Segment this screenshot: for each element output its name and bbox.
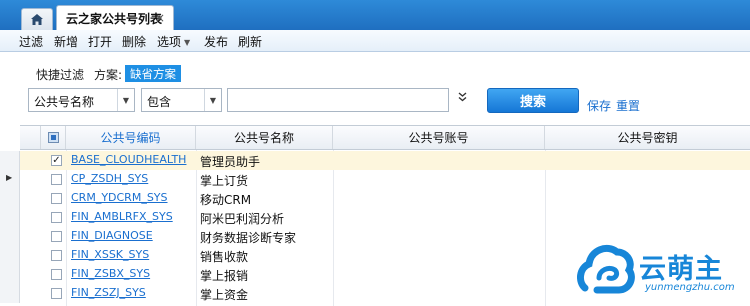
column-header-key[interactable]: 公共号密钥 xyxy=(545,126,750,149)
row-checkbox[interactable] xyxy=(51,174,62,185)
table-row[interactable]: BASE_CLOUDHEALTH 管理员助手 xyxy=(0,151,750,170)
refresh-button[interactable]: 刷新 xyxy=(238,33,262,50)
table-row[interactable]: FIN_AMBLRFX_SYS 阿米巴利润分析 xyxy=(0,208,750,227)
row-gutter xyxy=(0,246,20,265)
filter-value-input[interactable] xyxy=(227,88,449,112)
options-menu[interactable]: 选项 ▼ xyxy=(157,33,190,50)
expand-icon[interactable] xyxy=(458,92,467,105)
row-code-link[interactable]: BASE_CLOUDHEALTH xyxy=(71,153,186,166)
filter-button[interactable]: 过滤 xyxy=(19,33,43,50)
new-button[interactable]: 新增 xyxy=(54,33,78,50)
toolbar: 过滤 新增 打开 删除 选项 ▼ 发布 刷新 xyxy=(0,30,750,52)
row-gutter xyxy=(0,227,20,246)
row-name: 销售收款 xyxy=(200,250,249,264)
row-name: 掌上报销 xyxy=(200,269,249,283)
operator-select[interactable]: 包含 ▼ xyxy=(141,88,222,112)
header-gutter xyxy=(20,126,41,149)
row-gutter xyxy=(0,284,20,303)
row-checkbox[interactable] xyxy=(51,231,62,242)
scheme-label: 方案: xyxy=(94,68,123,82)
row-gutter: ▶ xyxy=(0,170,20,189)
publish-button[interactable]: 发布 xyxy=(204,33,228,50)
row-checkbox[interactable] xyxy=(51,193,62,204)
delete-button[interactable]: 删除 xyxy=(122,33,146,50)
cloud-logo-icon xyxy=(577,245,635,294)
row-checkbox[interactable] xyxy=(51,288,62,299)
row-checkbox[interactable] xyxy=(51,269,62,280)
row-gutter xyxy=(0,151,20,170)
row-code-link[interactable]: FIN_DIAGNOSE xyxy=(71,229,153,242)
row-name: 阿米巴利润分析 xyxy=(200,212,285,226)
table-row[interactable]: CRM_YDCRM_SYS 移动CRM xyxy=(0,189,750,208)
watermark-url: yunmengzhu.com xyxy=(645,282,735,293)
row-name: 移动CRM xyxy=(200,193,252,207)
reset-link[interactable]: 重置 xyxy=(616,97,640,114)
tab-bar: 云之家公共号列表 × xyxy=(0,0,750,30)
column-header-name[interactable]: 公共号名称 xyxy=(196,126,333,149)
search-button[interactable]: 搜索 xyxy=(487,88,579,113)
open-button[interactable]: 打开 xyxy=(88,33,112,50)
double-chevron-down-icon xyxy=(458,92,467,102)
save-link[interactable]: 保存 xyxy=(587,97,611,114)
row-name: 管理员助手 xyxy=(200,155,261,169)
row-code-link[interactable]: CP_ZSDH_SYS xyxy=(71,172,148,185)
row-code-link[interactable]: CRM_YDCRM_SYS xyxy=(71,191,168,204)
row-gutter xyxy=(0,189,20,208)
row-gutter xyxy=(0,208,20,227)
row-gutter xyxy=(0,265,20,284)
row-name: 财务数据诊断专家 xyxy=(200,231,297,245)
scheme-badge[interactable]: 缺省方案 xyxy=(125,65,181,82)
watermark-text: 云萌主 xyxy=(639,254,723,285)
home-tab[interactable] xyxy=(21,8,53,30)
options-label: 选项 xyxy=(157,35,182,49)
select-all-checkbox[interactable] xyxy=(47,132,59,143)
row-code-link[interactable]: FIN_ZSZJ_SYS xyxy=(71,286,146,299)
current-row-icon: ▶ xyxy=(6,173,13,182)
chevron-down-icon: ▼ xyxy=(204,89,221,111)
column-header-account[interactable]: 公共号账号 xyxy=(333,126,545,149)
row-name: 掌上资金 xyxy=(200,288,249,302)
column-header-code[interactable]: 公共号编码 xyxy=(66,126,196,149)
chevron-down-icon: ▼ xyxy=(184,38,191,47)
quick-filter-label: 快捷过滤 xyxy=(36,68,85,82)
watermark-logo: 云萌主 yunmengzhu.com xyxy=(577,237,750,306)
row-checkbox[interactable] xyxy=(51,212,62,223)
chevron-down-icon: ▼ xyxy=(117,89,134,111)
field-select-value: 公共号名称 xyxy=(34,95,95,109)
row-checkbox[interactable] xyxy=(51,155,62,166)
row-name: 掌上订货 xyxy=(200,174,249,188)
table-row[interactable]: ▶ CP_ZSDH_SYS 掌上订货 xyxy=(0,170,750,189)
select-all-cell[interactable] xyxy=(41,126,66,149)
row-code-link[interactable]: FIN_AMBLRFX_SYS xyxy=(71,210,173,223)
field-select[interactable]: 公共号名称 ▼ xyxy=(28,88,135,112)
tab-label: 云之家公共号列表 xyxy=(66,11,163,26)
row-checkbox[interactable] xyxy=(51,250,62,261)
row-code-link[interactable]: FIN_XSSK_SYS xyxy=(71,248,149,261)
home-icon xyxy=(31,14,43,25)
operator-select-value: 包含 xyxy=(147,95,172,109)
close-icon[interactable]: × xyxy=(155,11,165,25)
tab-public-account-list[interactable]: 云之家公共号列表 × xyxy=(56,5,174,30)
row-code-link[interactable]: FIN_ZSBX_SYS xyxy=(71,267,150,280)
grid-header: 公共号编码 公共号名称 公共号账号 公共号密钥 xyxy=(20,125,750,150)
